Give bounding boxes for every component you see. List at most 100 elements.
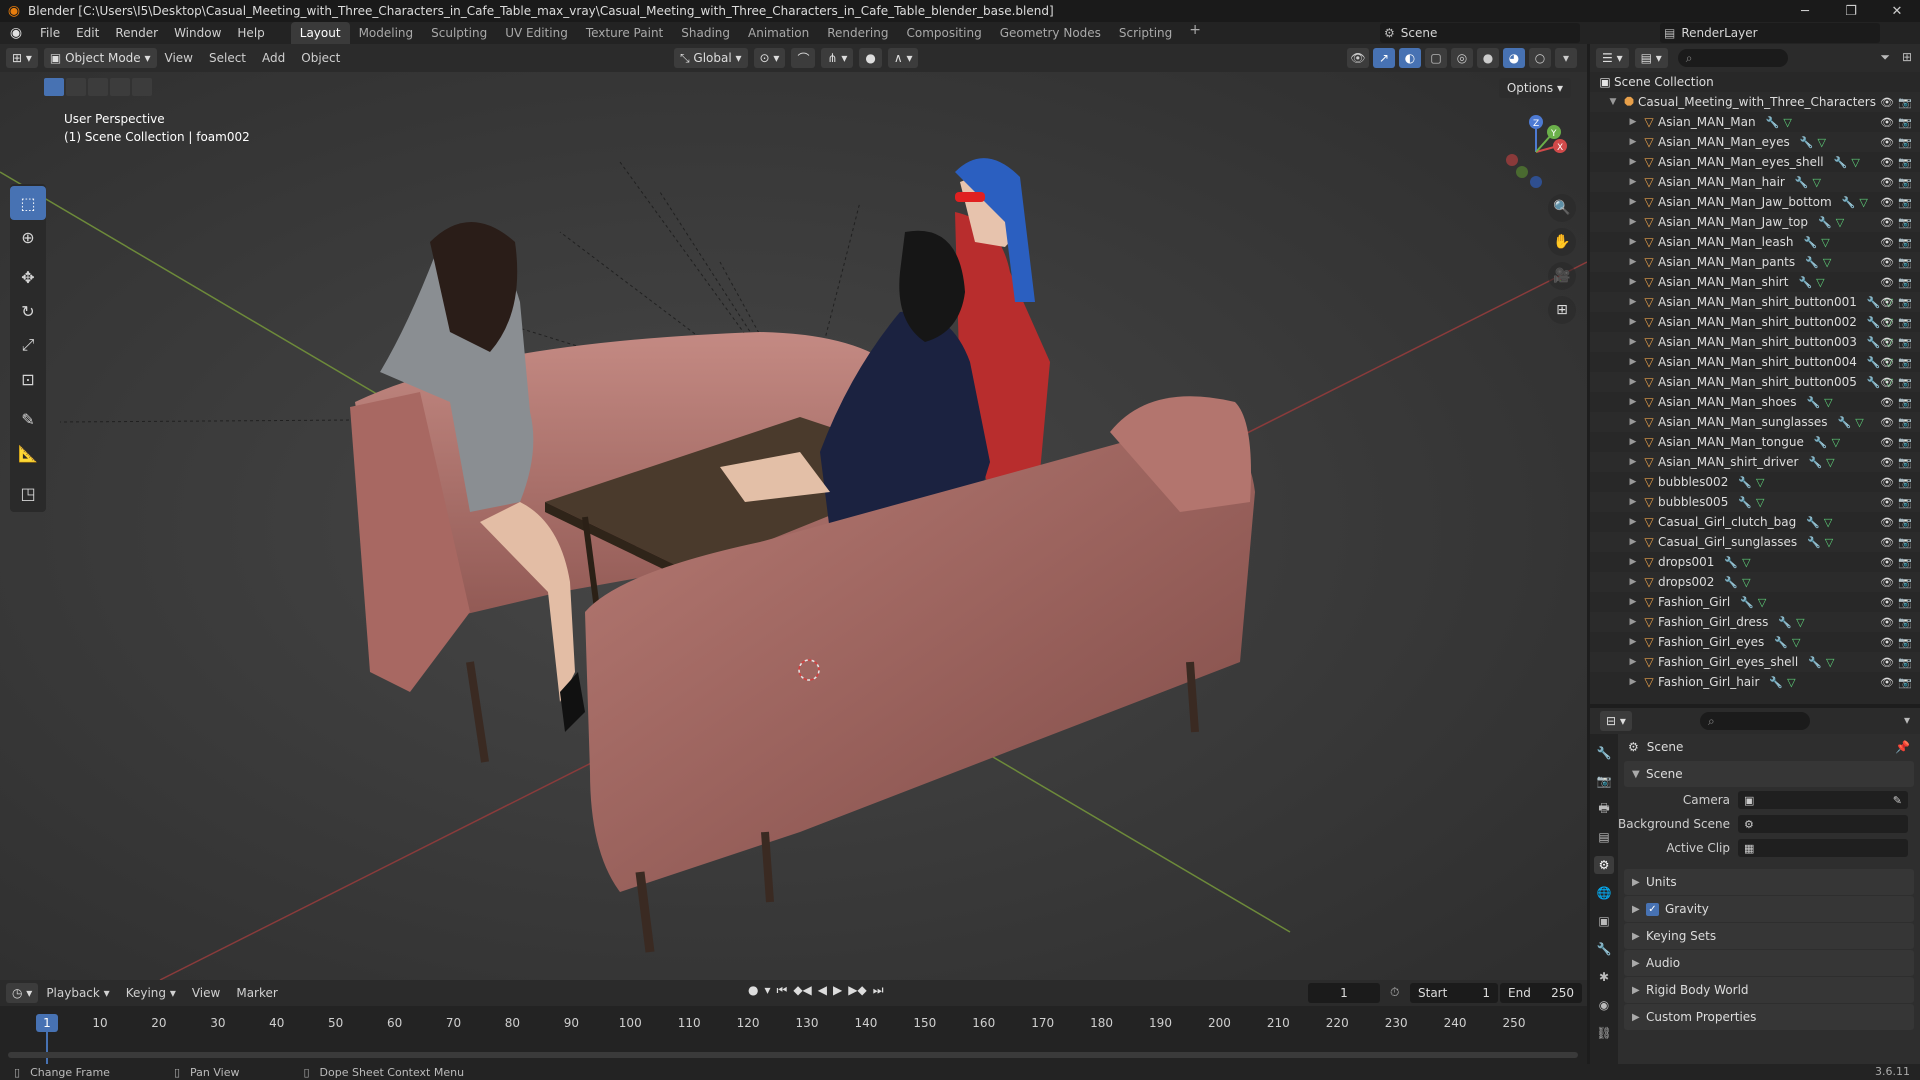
modifier-wrench-icon[interactable]: 🔧 bbox=[1798, 276, 1812, 289]
visibility-eye-icon[interactable]: 👁 bbox=[1880, 156, 1894, 169]
outliner-editor-type-button[interactable]: ☰ ▾ bbox=[1596, 48, 1629, 68]
expand-right-icon[interactable]: ▶ bbox=[1626, 217, 1640, 227]
menu-window[interactable]: Window bbox=[166, 22, 229, 44]
outliner-row-object[interactable]: ▶ ▽ Asian_MAN_Man_shirt_button002 🔧 ▽ 👁 📷 bbox=[1590, 312, 1920, 332]
panel-gravity[interactable]: ▶ ✓ Gravity bbox=[1624, 896, 1914, 922]
mesh-data-icon[interactable]: ▽ bbox=[1824, 396, 1832, 409]
modifier-wrench-icon[interactable]: 🔧 bbox=[1806, 516, 1820, 529]
outliner-row-object[interactable]: ▶ ▽ bubbles002 🔧 ▽ 👁 📷 bbox=[1590, 472, 1920, 492]
mesh-data-icon[interactable]: ▽ bbox=[1787, 676, 1795, 689]
mesh-data-icon[interactable]: ▽ bbox=[1859, 196, 1867, 209]
view-layer-tab-icon[interactable]: ▤ bbox=[1594, 828, 1614, 846]
solid-shading-button[interactable]: ● bbox=[1477, 48, 1499, 68]
render-camera-icon[interactable]: 📷 bbox=[1898, 376, 1912, 389]
expand-right-icon[interactable]: ▶ bbox=[1626, 237, 1640, 247]
outliner-row-object[interactable]: ▶ ▽ Fashion_Girl_eyes_shell 🔧 ▽ 👁 📷 bbox=[1590, 652, 1920, 672]
xray-toggle[interactable]: ▢ bbox=[1425, 48, 1447, 68]
modifier-wrench-icon[interactable]: 🔧 bbox=[1766, 116, 1780, 129]
modifier-wrench-icon[interactable]: 🔧 bbox=[1778, 616, 1792, 629]
pan-hand-icon[interactable]: ✋ bbox=[1548, 228, 1576, 256]
mesh-data-icon[interactable]: ▽ bbox=[1817, 136, 1825, 149]
editor-type-button[interactable]: ⊞ ▾ bbox=[6, 48, 38, 68]
render-camera-icon[interactable]: 📷 bbox=[1898, 656, 1912, 669]
expand-right-icon[interactable]: ▶ bbox=[1626, 677, 1640, 687]
mesh-data-icon[interactable]: ▽ bbox=[1823, 256, 1831, 269]
outliner-row-collection[interactable]: ▼ ⯃ Casual_Meeting_with_Three_Characters… bbox=[1590, 92, 1920, 112]
current-frame-field[interactable]: 1 bbox=[1308, 983, 1380, 1003]
modifier-wrench-icon[interactable]: 🔧 bbox=[1805, 256, 1819, 269]
outliner-row-object[interactable]: ▶ ▽ Asian_MAN_Man_shoes 🔧 ▽ 👁 📷 bbox=[1590, 392, 1920, 412]
outliner-row-object[interactable]: ▶ ▽ drops002 🔧 ▽ 👁 📷 bbox=[1590, 572, 1920, 592]
visibility-eye-icon[interactable]: 👁 bbox=[1880, 116, 1894, 129]
tab-geometry-nodes[interactable]: Geometry Nodes bbox=[991, 22, 1110, 44]
preview-range-icon[interactable]: ⏱ bbox=[1390, 985, 1399, 1000]
tab-animation[interactable]: Animation bbox=[739, 22, 818, 44]
mesh-data-icon[interactable]: ▽ bbox=[1821, 236, 1829, 249]
scale-icon[interactable]: ⤢ bbox=[10, 328, 46, 362]
panel-units[interactable]: ▶ Units bbox=[1624, 869, 1914, 895]
tab-rendering[interactable]: Rendering bbox=[818, 22, 897, 44]
select-subtract-icon[interactable] bbox=[88, 78, 108, 96]
mesh-data-icon[interactable]: ▽ bbox=[1824, 516, 1832, 529]
pivot-dropdown[interactable]: ⊙ ▾ bbox=[753, 48, 786, 68]
particles-tab-icon[interactable]: ✱ bbox=[1594, 968, 1614, 986]
visibility-eye-icon[interactable]: 👁 bbox=[1880, 396, 1894, 409]
mesh-data-icon[interactable]: ▽ bbox=[1756, 496, 1764, 509]
expand-right-icon[interactable]: ▶ bbox=[1626, 497, 1640, 507]
mesh-data-icon[interactable]: ▽ bbox=[1816, 276, 1824, 289]
tab-scripting[interactable]: Scripting bbox=[1110, 22, 1181, 44]
tool-tab-icon[interactable]: 🔧 bbox=[1594, 744, 1614, 762]
timeline-editor-type-button[interactable]: ◷ ▾ bbox=[6, 983, 39, 1003]
mesh-data-icon[interactable]: ▽ bbox=[1825, 536, 1833, 549]
visibility-eye-icon[interactable]: 👁 bbox=[1880, 576, 1894, 589]
panel-audio[interactable]: ▶ Audio bbox=[1624, 950, 1914, 976]
tab-sculpting[interactable]: Sculpting bbox=[422, 22, 496, 44]
visibility-eye-icon[interactable]: 👁 bbox=[1880, 436, 1894, 449]
mesh-data-icon[interactable]: ▽ bbox=[1826, 656, 1834, 669]
menu-help[interactable]: Help bbox=[229, 22, 272, 44]
expand-right-icon[interactable]: ▶ bbox=[1626, 477, 1640, 487]
mesh-data-icon[interactable]: ▽ bbox=[1756, 476, 1764, 489]
panel-scene[interactable]: ▼ Scene bbox=[1624, 761, 1914, 787]
mesh-data-icon[interactable]: ▽ bbox=[1836, 216, 1844, 229]
eyedropper-icon[interactable]: ✎ bbox=[1893, 794, 1902, 807]
expand-right-icon[interactable]: ▶ bbox=[1626, 117, 1640, 127]
visibility-eye-icon[interactable]: 👁 bbox=[1880, 656, 1894, 669]
visibility-eye-icon[interactable]: 👁 bbox=[1880, 496, 1894, 509]
modifier-wrench-icon[interactable]: 🔧 bbox=[1808, 656, 1822, 669]
timeline-menu-keying[interactable]: Keying ▾ bbox=[118, 979, 184, 1007]
pin-icon[interactable]: 📌 bbox=[1895, 740, 1910, 754]
add-cube-icon[interactable]: ◳ bbox=[10, 476, 46, 510]
material-shading-button[interactable]: ◕ bbox=[1503, 48, 1525, 68]
wireframe-shading-button[interactable]: ◎ bbox=[1451, 48, 1473, 68]
render-camera-icon[interactable]: 📷 bbox=[1898, 236, 1912, 249]
mesh-data-icon[interactable]: ▽ bbox=[1742, 576, 1750, 589]
visibility-eye-icon[interactable]: 👁 bbox=[1880, 536, 1894, 549]
minimize-icon[interactable]: ─ bbox=[1782, 0, 1828, 22]
visibility-eye-icon[interactable]: 👁 bbox=[1880, 176, 1894, 189]
tab-uv-editing[interactable]: UV Editing bbox=[496, 22, 577, 44]
render-camera-icon[interactable]: 📷 bbox=[1898, 396, 1912, 409]
outliner-row-object[interactable]: ▶ ▽ Asian_MAN_Man_shirt_button001 🔧 ▽ 👁 📷 bbox=[1590, 292, 1920, 312]
jump-start-icon[interactable]: ⏮ bbox=[777, 983, 788, 998]
navigation-gizmo[interactable]: Z X Y bbox=[1500, 112, 1580, 192]
expand-right-icon[interactable]: ▶ bbox=[1626, 577, 1640, 587]
snap-dropdown[interactable]: ⋔ ▾ bbox=[821, 48, 854, 68]
expand-right-icon[interactable]: ▶ bbox=[1626, 517, 1640, 527]
modifier-wrench-icon[interactable]: 🔧 bbox=[1724, 556, 1738, 569]
expand-right-icon[interactable]: ▶ bbox=[1626, 177, 1640, 187]
end-frame-field[interactable]: End 250 bbox=[1500, 983, 1582, 1003]
tab-layout[interactable]: Layout bbox=[290, 22, 350, 44]
visibility-eye-icon[interactable]: 👁 bbox=[1880, 636, 1894, 649]
visibility-eye-icon[interactable]: 👁 bbox=[1880, 356, 1894, 369]
select-invert-icon[interactable] bbox=[110, 78, 130, 96]
shading-options-dropdown[interactable]: ▾ bbox=[1555, 48, 1577, 68]
mesh-data-icon[interactable]: ▽ bbox=[1855, 416, 1863, 429]
expand-right-icon[interactable]: ▶ bbox=[1626, 597, 1640, 607]
options-button[interactable]: Options ▾ bbox=[1498, 78, 1571, 98]
modifier-wrench-icon[interactable]: 🔧 bbox=[1867, 296, 1881, 309]
select-box-icon[interactable]: ⬚ bbox=[10, 186, 46, 220]
expand-right-icon[interactable]: ▶ bbox=[1626, 557, 1640, 567]
modifier-wrench-icon[interactable]: 🔧 bbox=[1808, 456, 1822, 469]
proportional-falloff-dropdown[interactable]: ∧ ▾ bbox=[887, 48, 919, 68]
